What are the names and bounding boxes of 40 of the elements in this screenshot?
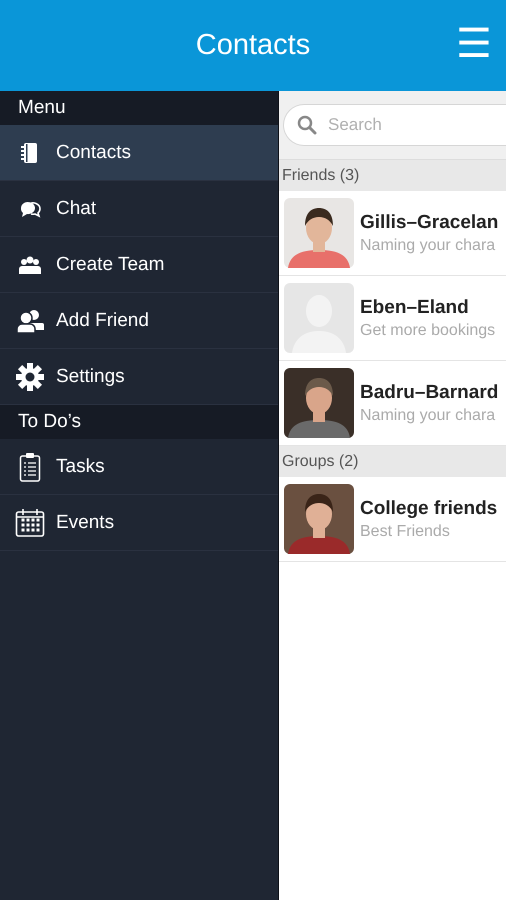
- menu-item[interactable]: Chat: [0, 181, 278, 237]
- contact-row[interactable]: College friends Best Friends: [279, 477, 506, 562]
- menu-item[interactable]: Events: [0, 495, 278, 551]
- contact-name: Gillis–Gracelan: [360, 212, 498, 234]
- group-header: Groups (2): [279, 446, 506, 477]
- menu-label: Events: [56, 512, 114, 534]
- chat-icon: [19, 200, 41, 218]
- section-header: Menu: [0, 91, 278, 125]
- contact-name: Badru–Barnard: [360, 382, 498, 404]
- menu-label: Contacts: [56, 142, 131, 164]
- contact-row[interactable]: Gillis–Gracelan Naming your chara: [279, 191, 506, 276]
- group-icon: [18, 254, 42, 274]
- settings-icon: [16, 362, 44, 390]
- menu-item[interactable]: Contacts: [0, 125, 278, 181]
- people-icon: [16, 308, 44, 332]
- notebook-icon: [20, 142, 40, 164]
- search-field[interactable]: Search: [283, 104, 506, 146]
- menu-label: Add Friend: [56, 310, 149, 332]
- section-header: To Do’s: [0, 405, 278, 439]
- menu-label: Create Team: [56, 254, 164, 276]
- menu-item[interactable]: Create Team: [0, 237, 278, 293]
- contact-row[interactable]: Eben–Eland Get more bookings: [279, 276, 506, 361]
- group-header: Friends (3): [279, 160, 506, 191]
- contact-subtitle: Naming your chara: [360, 406, 496, 424]
- menu-item[interactable]: Tasks: [0, 439, 278, 495]
- avatar-placeholder-icon: [284, 283, 354, 353]
- contact-subtitle: Best Friends: [360, 522, 451, 540]
- menu-label: Settings: [56, 366, 125, 388]
- contact-subtitle: Get more bookings: [360, 322, 496, 340]
- contact-subtitle: Naming your chara: [360, 236, 496, 254]
- search-icon: [297, 115, 317, 135]
- screen-title: Contacts: [196, 29, 310, 62]
- menu-label: Chat: [56, 198, 96, 220]
- contact-row[interactable]: Badru–Barnard Naming your chara: [279, 361, 506, 446]
- contact-name: College friends: [360, 498, 498, 520]
- calendar-icon: [15, 508, 45, 538]
- menu-label: Tasks: [56, 456, 105, 478]
- contact-name: Eben–Eland: [360, 296, 470, 318]
- menu-item[interactable]: Add Friend: [0, 293, 278, 349]
- clipboard-icon: [19, 452, 41, 482]
